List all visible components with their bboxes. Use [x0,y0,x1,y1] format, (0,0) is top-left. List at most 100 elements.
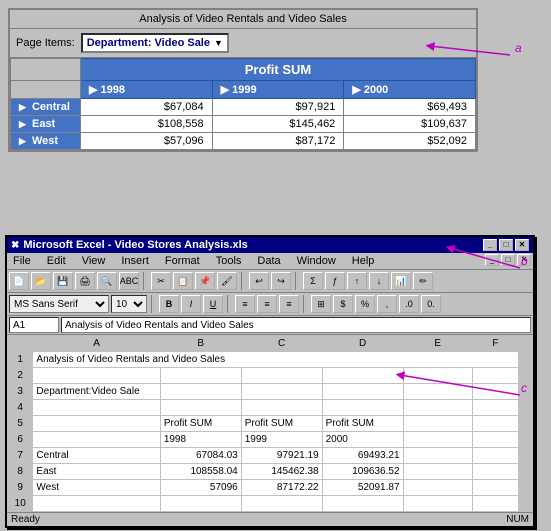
undo-button[interactable]: ↩ [249,272,269,290]
print-button[interactable]: 🖨 [75,272,95,290]
cell-e5[interactable] [403,416,472,432]
cell-b7[interactable]: 67084.03 [160,448,241,464]
cell-b5[interactable]: Profit SUM [160,416,241,432]
cell-c7[interactable]: 97921.19 [241,448,322,464]
cell-a7[interactable]: Central [33,448,160,464]
cell-c2[interactable] [241,368,322,384]
cell-c3[interactable] [241,384,322,400]
new-button[interactable]: 📄 [9,272,29,290]
inner-minimize-button[interactable]: _ [485,254,499,266]
cell-b9[interactable]: 57096 [160,480,241,496]
menu-data[interactable]: Data [253,254,284,268]
inner-maximize-button[interactable]: □ [501,254,515,266]
cell-d3[interactable] [322,384,403,400]
autosum-button[interactable]: Σ [303,272,323,290]
cell-e7[interactable] [403,448,472,464]
cell-b3[interactable] [160,384,241,400]
cell-e10[interactable] [403,496,472,512]
menu-edit[interactable]: Edit [43,254,70,268]
cell-c6[interactable]: 1999 [241,432,322,448]
cell-b8[interactable]: 108558.04 [160,464,241,480]
cell-d4[interactable] [322,400,403,416]
align-left-button[interactable]: ≡ [235,295,255,313]
copy-button[interactable]: 📋 [173,272,193,290]
font-size-select[interactable]: 10 [111,295,147,313]
cell-e2[interactable] [403,368,472,384]
cell-e3[interactable] [403,384,472,400]
cell-f9[interactable] [472,480,518,496]
cell-b6[interactable]: 1998 [160,432,241,448]
cell-e9[interactable] [403,480,472,496]
redo-button[interactable]: ↪ [271,272,291,290]
bold-button[interactable]: B [159,295,179,313]
print-preview-button[interactable]: 🔍 [97,272,117,290]
decrease-decimal-button[interactable]: 0. [421,295,441,313]
open-button[interactable]: 📂 [31,272,51,290]
formula-bar-content[interactable]: Analysis of Video Rentals and Video Sale… [61,317,531,333]
align-center-button[interactable]: ≡ [257,295,277,313]
save-button[interactable]: 💾 [53,272,73,290]
drawing-button[interactable]: ✏ [413,272,433,290]
cell-d7[interactable]: 69493.21 [322,448,403,464]
cell-f7[interactable] [472,448,518,464]
cell-a5[interactable] [33,416,160,432]
minimize-button[interactable]: _ [483,239,497,251]
cell-a8[interactable]: East [33,464,160,480]
paste-button[interactable]: 📌 [195,272,215,290]
cell-f8[interactable] [472,464,518,480]
cell-b4[interactable] [160,400,241,416]
dept-dropdown[interactable]: Department: Video Sale ▼ [81,33,229,53]
menu-view[interactable]: View [78,254,110,268]
menu-file[interactable]: File [9,254,35,268]
cell-d6[interactable]: 2000 [322,432,403,448]
cell-d10[interactable] [322,496,403,512]
cell-a9[interactable]: West [33,480,160,496]
function-button[interactable]: ƒ [325,272,345,290]
cell-a4[interactable] [33,400,160,416]
format-painter-button[interactable]: 🖌 [217,272,237,290]
cell-f4[interactable] [472,400,518,416]
cell-e4[interactable] [403,400,472,416]
cell-f5[interactable] [472,416,518,432]
cell-d2[interactable] [322,368,403,384]
cell-reference-box[interactable]: A1 [9,317,59,333]
merge-center-button[interactable]: ⊞ [311,295,331,313]
cell-d5[interactable]: Profit SUM [322,416,403,432]
cell-f3[interactable] [472,384,518,400]
cell-a10[interactable] [33,496,160,512]
cell-a3[interactable]: Department:Video Sale [33,384,160,400]
increase-decimal-button[interactable]: .0 [399,295,419,313]
currency-button[interactable]: $ [333,295,353,313]
cell-d8[interactable]: 109636.52 [322,464,403,480]
sort-desc-button[interactable]: ↓ [369,272,389,290]
cut-button[interactable]: ✂ [151,272,171,290]
maximize-button[interactable]: □ [499,239,513,251]
menu-help[interactable]: Help [348,254,379,268]
cell-f2[interactable] [472,368,518,384]
cell-a2[interactable] [33,368,160,384]
menu-format[interactable]: Format [161,254,204,268]
cell-e8[interactable] [403,464,472,480]
italic-button[interactable]: I [181,295,201,313]
cell-c9[interactable]: 87172.22 [241,480,322,496]
cell-c5[interactable]: Profit SUM [241,416,322,432]
menu-insert[interactable]: Insert [117,254,153,268]
inner-close-button[interactable]: ✕ [517,254,531,266]
percent-button[interactable]: % [355,295,375,313]
sort-asc-button[interactable]: ↑ [347,272,367,290]
underline-button[interactable]: U [203,295,223,313]
cell-a6[interactable] [33,432,160,448]
align-right-button[interactable]: ≡ [279,295,299,313]
cell-b2[interactable] [160,368,241,384]
cell-e6[interactable] [403,432,472,448]
cell-f6[interactable] [472,432,518,448]
spell-check-button[interactable]: ABC [119,272,139,290]
menu-tools[interactable]: Tools [212,254,246,268]
cell-a1[interactable]: Analysis of Video Rentals and Video Sale… [33,352,519,368]
comma-button[interactable]: , [377,295,397,313]
cell-c4[interactable] [241,400,322,416]
chart-button[interactable]: 📊 [391,272,411,290]
menu-window[interactable]: Window [293,254,340,268]
cell-d9[interactable]: 52091.87 [322,480,403,496]
cell-c10[interactable] [241,496,322,512]
